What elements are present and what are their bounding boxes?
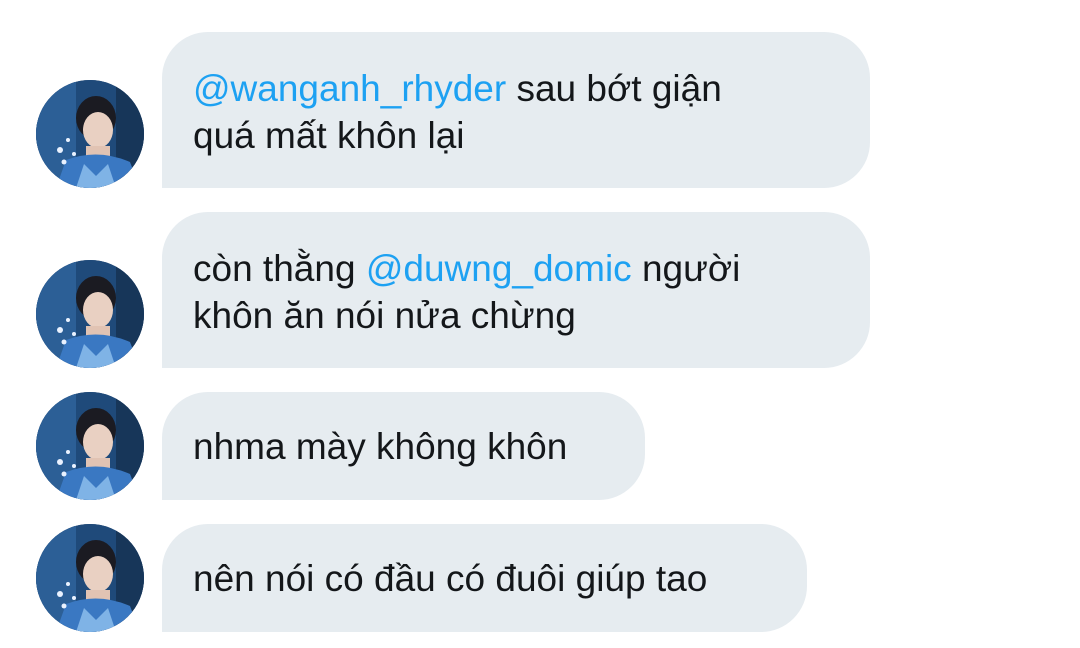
avatar[interactable]	[36, 80, 144, 188]
message-row: @wanganh_rhyder sau bớt giận quá mất khô…	[0, 32, 1080, 188]
message-text: còn thằng	[193, 248, 366, 289]
message-line: @wanganh_rhyder sau bớt giận	[193, 65, 834, 112]
avatar[interactable]	[36, 260, 144, 368]
message-bubble[interactable]: nhma mày không khôn	[162, 392, 645, 500]
user-avatar-icon	[36, 392, 144, 500]
message-line: còn thằng @duwng_domic người	[193, 245, 834, 292]
message-text: người	[631, 248, 741, 289]
message-bubble[interactable]: nên nói có đầu có đuôi giúp tao	[162, 524, 807, 632]
message-row: nhma mày không khôn	[0, 392, 1080, 500]
message-line: quá mất khôn lại	[193, 112, 834, 159]
message-line: khôn ăn nói nửa chừng	[193, 292, 834, 339]
message-text: nhma mày không khôn	[193, 426, 568, 467]
message-text: nên nói có đầu có đuôi giúp tao	[193, 558, 708, 599]
message-line: nên nói có đầu có đuôi giúp tao	[193, 555, 771, 602]
user-avatar-icon	[36, 260, 144, 368]
message-text: quá mất khôn lại	[193, 115, 465, 156]
user-mention-link[interactable]: @duwng_domic	[366, 248, 632, 289]
message-line: nhma mày không khôn	[193, 423, 609, 470]
user-avatar-icon	[36, 80, 144, 188]
message-row: còn thằng @duwng_domic người khôn ăn nói…	[0, 212, 1080, 368]
user-mention-link[interactable]: @wanganh_rhyder	[193, 68, 506, 109]
message-row: nên nói có đầu có đuôi giúp tao	[0, 524, 1080, 632]
avatar[interactable]	[36, 392, 144, 500]
avatar[interactable]	[36, 524, 144, 632]
message-text: sau bớt giận	[506, 68, 722, 109]
message-bubble[interactable]: còn thằng @duwng_domic người khôn ăn nói…	[162, 212, 870, 368]
user-avatar-icon	[36, 524, 144, 632]
message-bubble[interactable]: @wanganh_rhyder sau bớt giận quá mất khô…	[162, 32, 870, 188]
message-text: khôn ăn nói nửa chừng	[193, 295, 576, 336]
